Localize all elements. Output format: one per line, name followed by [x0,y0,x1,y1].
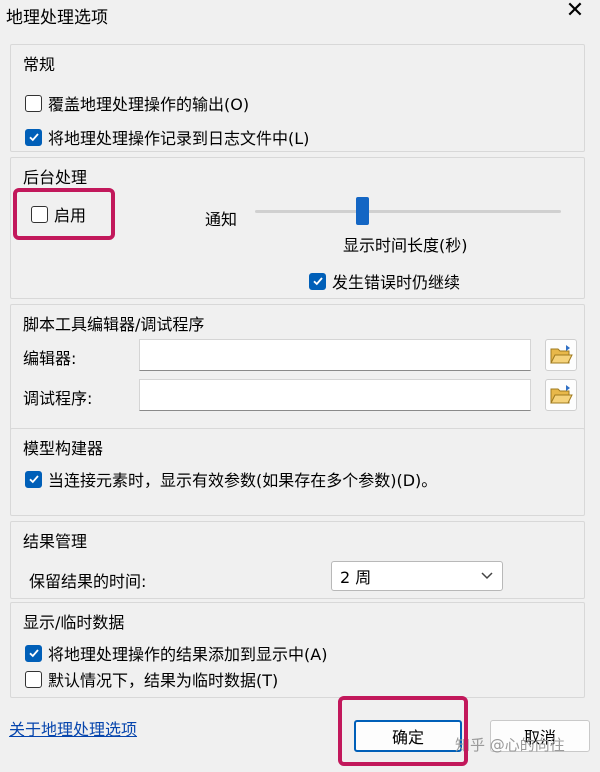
checkbox-unchecked-icon [31,205,48,223]
continue-on-error-checkbox[interactable]: 发生错误时仍继续 [309,269,460,293]
checkbox-checked-icon [25,128,42,146]
group-title-display-temp: 显示/临时数据 [23,613,125,632]
about-geoprocessing-link[interactable]: 关于地理处理选项 [9,716,137,740]
show-valid-params-checkbox[interactable]: 当连接元素时，显示有效参数(如果存在多个参数)(D)。 [25,467,437,491]
debugger-input[interactable] [139,379,531,411]
add-to-display-label: 将地理处理操作的结果添加到显示中(A) [48,645,328,664]
duration-slider-track[interactable] [255,210,561,213]
notify-label: 通知 [205,210,238,229]
group-title-background: 后台处理 [23,168,88,187]
group-title-results: 结果管理 [23,532,88,551]
group-title-model-builder: 模型构建器 [23,439,104,458]
group-results: 结果管理 保留结果的时间: 2 周 [10,521,585,599]
watermark: 知乎 @心的向往 [455,736,565,754]
group-title-script-tools: 脚本工具编辑器/调试程序 [23,315,205,334]
group-model-builder: 模型构建器 当连接元素时，显示有效参数(如果存在多个参数)(D)。 [10,428,585,516]
duration-slider-thumb[interactable] [356,197,370,225]
checkbox-unchecked-icon [25,94,42,112]
keep-results-select[interactable]: 2 周 [331,561,503,591]
debugger-browse-button[interactable] [545,379,577,411]
enable-background-checkbox[interactable]: 启用 [31,202,86,226]
group-general: 常规 覆盖地理处理操作的输出(O) 将地理处理操作记录到日志文件中(L) [10,44,585,152]
debugger-label: 调试程序: [23,389,93,408]
temporary-default-checkbox[interactable]: 默认情况下，结果为临时数据(T) [25,667,278,691]
dialog-body: 常规 覆盖地理处理操作的输出(O) 将地理处理操作记录到日志文件中(L) 后台处… [0,34,600,772]
temporary-default-label: 默认情况下，结果为临时数据(T) [48,671,279,690]
overwrite-output-label: 覆盖地理处理操作的输出(O) [48,95,250,114]
keep-results-value: 2 周 [340,568,372,587]
continue-on-error-label: 发生错误时仍继续 [332,273,461,292]
ok-button[interactable]: 确定 [354,720,462,752]
log-to-file-checkbox[interactable]: 将地理处理操作记录到日志文件中(L) [25,125,309,149]
editor-browse-button[interactable] [545,339,577,371]
add-to-display-checkbox[interactable]: 将地理处理操作的结果添加到显示中(A) [25,641,327,665]
checkbox-checked-icon [309,272,326,290]
window-title: 地理处理选项 [6,8,108,28]
checkbox-checked-icon [25,644,42,662]
group-display-temp: 显示/临时数据 将地理处理操作的结果添加到显示中(A) 默认情况下，结果为临时数… [10,602,585,698]
checkbox-checked-icon [25,470,42,488]
enable-background-label: 启用 [54,206,87,225]
close-icon[interactable]: ✕ [560,0,590,28]
editor-input[interactable] [139,339,531,371]
editor-label: 编辑器: [23,349,77,368]
chevron-down-icon [481,572,493,580]
folder-open-icon [550,345,573,364]
log-to-file-label: 将地理处理操作记录到日志文件中(L) [48,129,310,148]
group-title-general: 常规 [23,55,56,74]
checkbox-unchecked-icon [25,670,42,688]
group-background: 后台处理 启用 通知 显示时间长度(秒) 发生错误时仍继续 [10,157,585,299]
overwrite-output-checkbox[interactable]: 覆盖地理处理操作的输出(O) [25,91,249,115]
keep-results-label: 保留结果的时间: [29,572,147,591]
show-valid-params-label: 当连接元素时，显示有效参数(如果存在多个参数)(D)。 [48,471,438,490]
duration-label: 显示时间长度(秒) [343,236,468,255]
folder-open-icon [550,385,573,404]
